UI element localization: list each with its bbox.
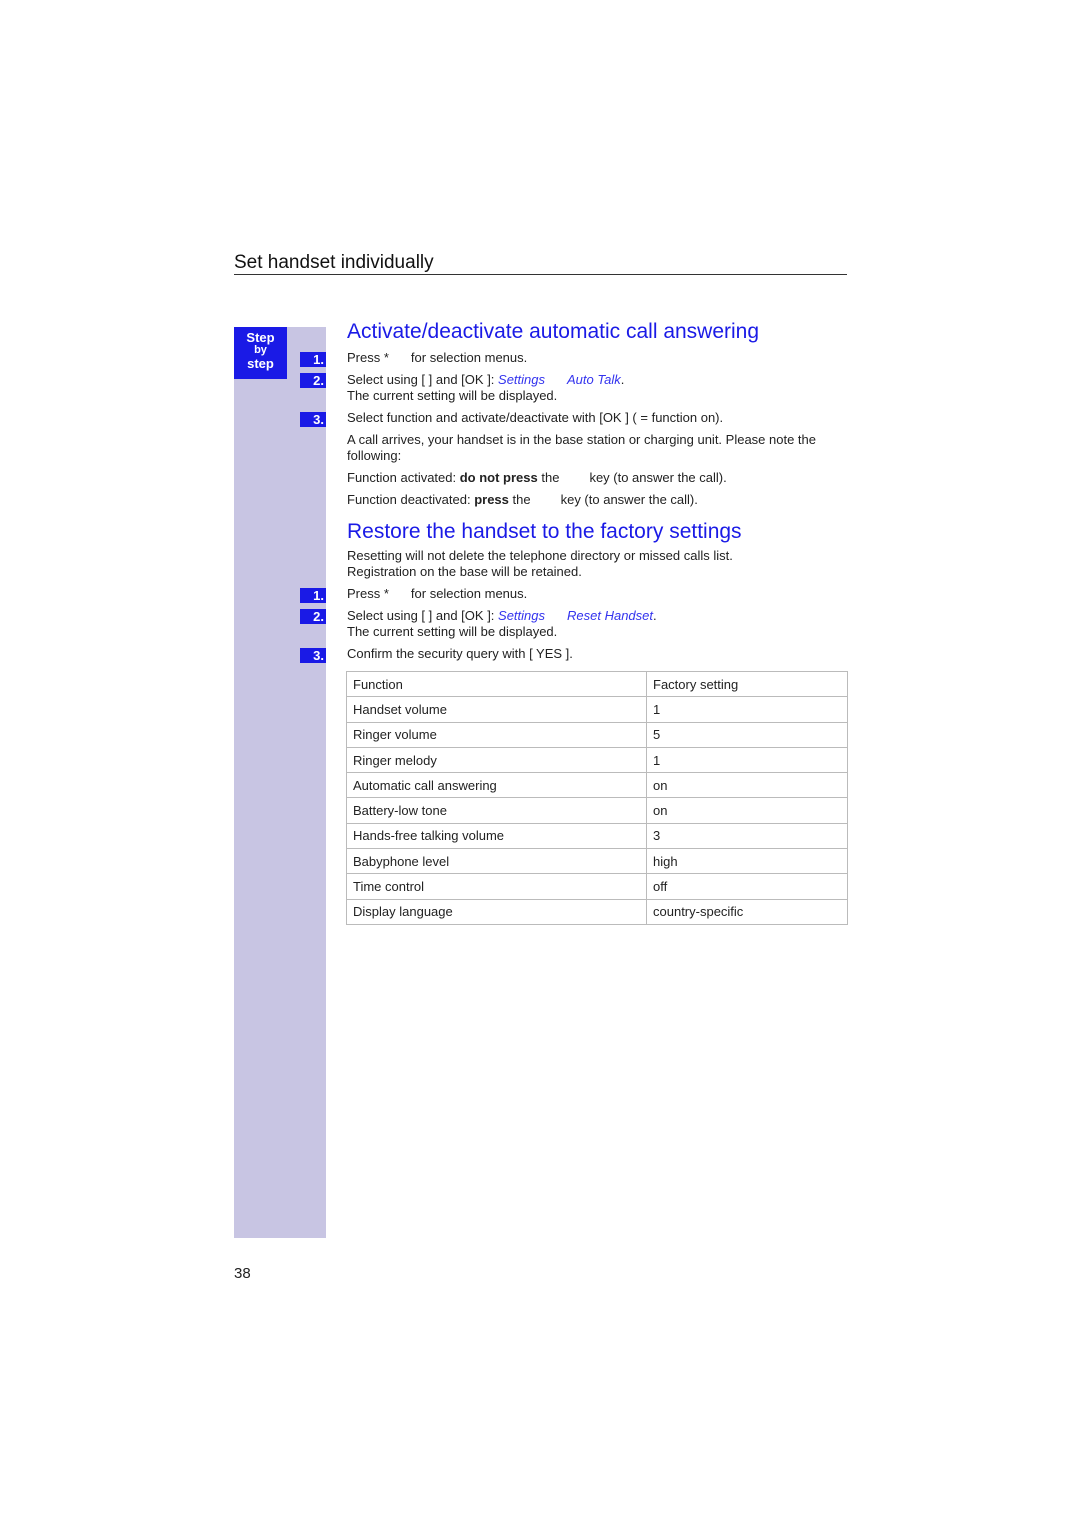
step-text: Press * for selection menus. <box>347 586 527 602</box>
text: the <box>537 470 560 485</box>
step-text-a: Select using [ ] and [OK ]: <box>347 372 499 387</box>
function-cell: Hands-free talking volume <box>346 822 647 850</box>
function-cell: Ringer volume <box>346 721 647 748</box>
table-row: Hands-free talking volume 3 <box>346 822 848 850</box>
step-number: 1. <box>300 588 326 603</box>
badge-line-by: by <box>254 344 267 356</box>
factory-settings-table: Function Factory setting Handset volume 1… <box>346 670 848 925</box>
badge-line-step2: step <box>247 356 274 371</box>
factory-setting-cell: high <box>646 848 848 875</box>
note-paragraph: A call arrives, your handset is in the b… <box>347 432 816 463</box>
function-cell: Handset volume <box>346 696 647 723</box>
table-row: Automatic call answering on <box>346 772 848 799</box>
step-number: 3. <box>300 648 326 663</box>
factory-setting-cell: 1 <box>646 746 848 774</box>
column-header: Function <box>346 670 647 698</box>
step-text-line2: The current setting will be displayed. <box>347 624 558 639</box>
table-row: Handset volume 1 <box>346 696 848 723</box>
factory-setting-cell: 3 <box>646 822 848 850</box>
step-text: Select function and activate/deactivate … <box>347 410 724 425</box>
step-number: 3. <box>300 412 326 427</box>
function-deactivated-line: Function deactivated: press the key (to a… <box>347 492 698 508</box>
header-divider <box>234 274 847 275</box>
step-text-line2: The current setting will be displayed. <box>347 388 558 403</box>
table-row: Ringer volume 5 <box>346 721 848 748</box>
function-cell: Time control <box>346 873 647 900</box>
factory-setting-cell: country-specific <box>646 898 848 925</box>
intro-line-1: Resetting will not delete the telephone … <box>347 548 733 563</box>
function-activated-line: Function activated: do not press the key … <box>347 470 727 486</box>
table-row: Battery-low tone on <box>346 797 848 824</box>
step-text-end: . <box>653 608 657 623</box>
step-sidebar <box>234 327 326 1238</box>
menu-path-reset-handset: Reset Handset <box>567 608 654 623</box>
menu-path-settings: Settings <box>498 372 546 387</box>
factory-setting-cell: off <box>646 873 848 900</box>
page-header-title: Set handset individually <box>234 252 434 273</box>
emphasis: do not press <box>459 470 538 485</box>
emphasis: press <box>474 492 509 507</box>
column-header: Factory setting <box>646 670 848 698</box>
text: key (to answer the call). <box>560 492 698 507</box>
step-number: 2. <box>300 609 326 624</box>
step-text-b: for selection menus. <box>410 350 528 365</box>
table-row: Babyphone level high <box>346 848 848 875</box>
step-text: Confirm the security query with [ YES ]. <box>347 646 573 661</box>
table-row: Ringer melody 1 <box>346 746 848 774</box>
label: Function activated: <box>347 470 460 485</box>
factory-setting-cell: 1 <box>646 696 848 723</box>
factory-setting-cell: on <box>646 797 848 824</box>
text: the <box>508 492 531 507</box>
step-text-b: for selection menus. <box>410 586 528 601</box>
function-cell: Battery-low tone <box>346 797 647 824</box>
step-text-a: Select using [ ] and [OK ]: <box>347 608 499 623</box>
step-text: Select using [ ] and [OK ]: Settings Auto… <box>347 372 624 388</box>
badge-line-step: Step <box>246 330 275 345</box>
section-title-factory-reset: Restore the handset to the factory setti… <box>347 520 742 543</box>
step-number: 1. <box>300 352 326 367</box>
factory-setting-cell: 5 <box>646 721 848 748</box>
menu-path-auto-talk: Auto Talk <box>567 372 621 387</box>
text: key (to answer the call). <box>589 470 727 485</box>
step-number: 2. <box>300 373 326 388</box>
label: Function deactivated: <box>347 492 475 507</box>
step-text-end: . <box>620 372 625 387</box>
step-text-a: Press * <box>347 586 389 601</box>
factory-setting-cell: on <box>646 772 848 799</box>
function-cell: Babyphone level <box>346 848 647 875</box>
menu-path-settings: Settings <box>498 608 546 623</box>
step-text: Select using [ ] and [OK ]: Settings Rese… <box>347 608 657 624</box>
table-header-row: Function Factory setting <box>346 670 848 698</box>
intro-line-2: Registration on the base will be retaine… <box>347 564 582 579</box>
section-title-auto-answer: Activate/deactivate automatic call answe… <box>347 320 760 343</box>
step-text: Press * for selection menus. <box>347 350 527 366</box>
function-cell: Ringer melody <box>346 746 647 774</box>
table-row: Display language country-specific <box>346 898 848 925</box>
page-number: 38 <box>234 1265 251 1282</box>
function-cell: Automatic call answering <box>346 772 647 799</box>
step-text-a: Press * <box>347 350 389 365</box>
table-row: Time control off <box>346 873 848 900</box>
step-by-step-badge: Step by step <box>234 327 287 379</box>
function-cell: Display language <box>346 898 647 925</box>
